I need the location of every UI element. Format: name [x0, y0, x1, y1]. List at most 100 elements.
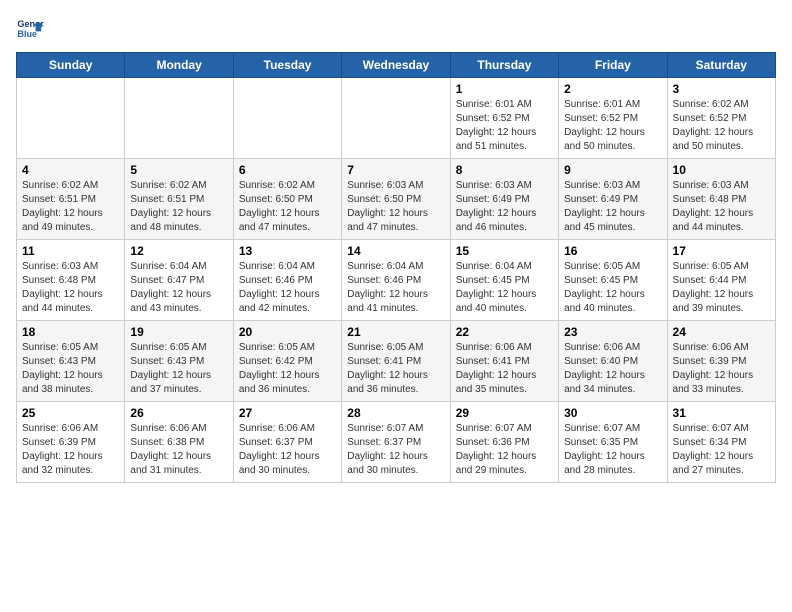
day-header-sunday: Sunday	[17, 53, 125, 78]
day-number: 19	[130, 325, 227, 339]
calendar-cell: 4 Sunrise: 6:02 AM Sunset: 6:51 PM Daylig…	[17, 159, 125, 240]
calendar-cell: 18 Sunrise: 6:05 AM Sunset: 6:43 PM Dayli…	[17, 321, 125, 402]
day-info: Sunrise: 6:02 AM Sunset: 6:51 PM Dayligh…	[130, 179, 227, 235]
day-number: 16	[564, 244, 661, 258]
calendar-cell: 20 Sunrise: 6:05 AM Sunset: 6:42 PM Dayli…	[233, 321, 341, 402]
calendar-cell: 12 Sunrise: 6:04 AM Sunset: 6:47 PM Dayli…	[125, 240, 233, 321]
day-header-friday: Friday	[559, 53, 667, 78]
day-header-wednesday: Wednesday	[342, 53, 450, 78]
calendar-cell: 15 Sunrise: 6:04 AM Sunset: 6:45 PM Dayli…	[450, 240, 558, 321]
day-info: Sunrise: 6:02 AM Sunset: 6:50 PM Dayligh…	[239, 179, 336, 235]
day-info: Sunrise: 6:07 AM Sunset: 6:35 PM Dayligh…	[564, 422, 661, 478]
day-number: 17	[673, 244, 770, 258]
day-number: 22	[456, 325, 553, 339]
day-number: 27	[239, 406, 336, 420]
calendar-week-row: 25 Sunrise: 6:06 AM Sunset: 6:39 PM Dayli…	[17, 402, 776, 483]
svg-text:Blue: Blue	[17, 29, 37, 39]
day-number: 3	[673, 82, 770, 96]
day-info: Sunrise: 6:06 AM Sunset: 6:39 PM Dayligh…	[673, 341, 770, 397]
calendar-cell	[17, 78, 125, 159]
day-number: 10	[673, 163, 770, 177]
day-number: 30	[564, 406, 661, 420]
calendar-week-row: 4 Sunrise: 6:02 AM Sunset: 6:51 PM Daylig…	[17, 159, 776, 240]
day-info: Sunrise: 6:01 AM Sunset: 6:52 PM Dayligh…	[564, 98, 661, 154]
calendar-cell: 22 Sunrise: 6:06 AM Sunset: 6:41 PM Dayli…	[450, 321, 558, 402]
day-number: 24	[673, 325, 770, 339]
day-info: Sunrise: 6:06 AM Sunset: 6:38 PM Dayligh…	[130, 422, 227, 478]
day-number: 31	[673, 406, 770, 420]
day-info: Sunrise: 6:04 AM Sunset: 6:46 PM Dayligh…	[347, 260, 444, 316]
calendar-cell: 14 Sunrise: 6:04 AM Sunset: 6:46 PM Dayli…	[342, 240, 450, 321]
day-number: 15	[456, 244, 553, 258]
day-info: Sunrise: 6:05 AM Sunset: 6:44 PM Dayligh…	[673, 260, 770, 316]
calendar-cell: 26Sunrise: 6:06 AM Sunset: 6:38 PM Dayli…	[125, 402, 233, 483]
calendar-cell: 25 Sunrise: 6:06 AM Sunset: 6:39 PM Dayli…	[17, 402, 125, 483]
day-info: Sunrise: 6:03 AM Sunset: 6:48 PM Dayligh…	[673, 179, 770, 235]
day-info: Sunrise: 6:03 AM Sunset: 6:49 PM Dayligh…	[456, 179, 553, 235]
calendar-cell: 7 Sunrise: 6:03 AM Sunset: 6:50 PM Daylig…	[342, 159, 450, 240]
day-info: Sunrise: 6:06 AM Sunset: 6:40 PM Dayligh…	[564, 341, 661, 397]
day-info: Sunrise: 6:07 AM Sunset: 6:36 PM Dayligh…	[456, 422, 553, 478]
day-number: 6	[239, 163, 336, 177]
calendar-cell	[125, 78, 233, 159]
calendar-cell: 9Sunrise: 6:03 AM Sunset: 6:49 PM Daylig…	[559, 159, 667, 240]
day-info: Sunrise: 6:05 AM Sunset: 6:45 PM Dayligh…	[564, 260, 661, 316]
page-header: General Blue	[16, 16, 776, 44]
calendar-cell: 23Sunrise: 6:06 AM Sunset: 6:40 PM Dayli…	[559, 321, 667, 402]
day-number: 1	[456, 82, 553, 96]
calendar-cell: 21Sunrise: 6:05 AM Sunset: 6:41 PM Dayli…	[342, 321, 450, 402]
day-info: Sunrise: 6:03 AM Sunset: 6:50 PM Dayligh…	[347, 179, 444, 235]
day-info: Sunrise: 6:06 AM Sunset: 6:41 PM Dayligh…	[456, 341, 553, 397]
day-number: 18	[22, 325, 119, 339]
day-number: 11	[22, 244, 119, 258]
calendar-cell	[233, 78, 341, 159]
calendar-cell: 11Sunrise: 6:03 AM Sunset: 6:48 PM Dayli…	[17, 240, 125, 321]
calendar-cell: 5 Sunrise: 6:02 AM Sunset: 6:51 PM Daylig…	[125, 159, 233, 240]
day-info: Sunrise: 6:05 AM Sunset: 6:42 PM Dayligh…	[239, 341, 336, 397]
calendar-cell: 1 Sunrise: 6:01 AM Sunset: 6:52 PM Daylig…	[450, 78, 558, 159]
day-header-saturday: Saturday	[667, 53, 775, 78]
calendar-cell: 30 Sunrise: 6:07 AM Sunset: 6:35 PM Dayli…	[559, 402, 667, 483]
day-number: 9	[564, 163, 661, 177]
day-info: Sunrise: 6:02 AM Sunset: 6:51 PM Dayligh…	[22, 179, 119, 235]
calendar-cell: 28 Sunrise: 6:07 AM Sunset: 6:37 PM Dayli…	[342, 402, 450, 483]
day-info: Sunrise: 6:04 AM Sunset: 6:46 PM Dayligh…	[239, 260, 336, 316]
day-number: 28	[347, 406, 444, 420]
day-number: 7	[347, 163, 444, 177]
calendar-cell: 3 Sunrise: 6:02 AM Sunset: 6:52 PM Daylig…	[667, 78, 775, 159]
day-info: Sunrise: 6:01 AM Sunset: 6:52 PM Dayligh…	[456, 98, 553, 154]
day-number: 12	[130, 244, 227, 258]
calendar-cell: 10 Sunrise: 6:03 AM Sunset: 6:48 PM Dayli…	[667, 159, 775, 240]
day-number: 8	[456, 163, 553, 177]
day-header-monday: Monday	[125, 53, 233, 78]
day-number: 14	[347, 244, 444, 258]
logo: General Blue	[16, 16, 44, 44]
calendar-cell: 17 Sunrise: 6:05 AM Sunset: 6:44 PM Dayli…	[667, 240, 775, 321]
calendar-cell: 24 Sunrise: 6:06 AM Sunset: 6:39 PM Dayli…	[667, 321, 775, 402]
day-info: Sunrise: 6:05 AM Sunset: 6:43 PM Dayligh…	[22, 341, 119, 397]
calendar-week-row: 18 Sunrise: 6:05 AM Sunset: 6:43 PM Dayli…	[17, 321, 776, 402]
day-info: Sunrise: 6:04 AM Sunset: 6:45 PM Dayligh…	[456, 260, 553, 316]
day-number: 5	[130, 163, 227, 177]
day-header-thursday: Thursday	[450, 53, 558, 78]
day-info: Sunrise: 6:04 AM Sunset: 6:47 PM Dayligh…	[130, 260, 227, 316]
day-number: 2	[564, 82, 661, 96]
day-info: Sunrise: 6:06 AM Sunset: 6:37 PM Dayligh…	[239, 422, 336, 478]
calendar-cell: 19 Sunrise: 6:05 AM Sunset: 6:43 PM Dayli…	[125, 321, 233, 402]
day-info: Sunrise: 6:05 AM Sunset: 6:43 PM Dayligh…	[130, 341, 227, 397]
calendar-week-row: 1 Sunrise: 6:01 AM Sunset: 6:52 PM Daylig…	[17, 78, 776, 159]
day-number: 20	[239, 325, 336, 339]
day-info: Sunrise: 6:06 AM Sunset: 6:39 PM Dayligh…	[22, 422, 119, 478]
day-info: Sunrise: 6:07 AM Sunset: 6:37 PM Dayligh…	[347, 422, 444, 478]
calendar-cell: 8 Sunrise: 6:03 AM Sunset: 6:49 PM Daylig…	[450, 159, 558, 240]
day-info: Sunrise: 6:02 AM Sunset: 6:52 PM Dayligh…	[673, 98, 770, 154]
day-info: Sunrise: 6:05 AM Sunset: 6:41 PM Dayligh…	[347, 341, 444, 397]
calendar-cell: 16 Sunrise: 6:05 AM Sunset: 6:45 PM Dayli…	[559, 240, 667, 321]
day-header-tuesday: Tuesday	[233, 53, 341, 78]
day-number: 25	[22, 406, 119, 420]
calendar-cell: 27 Sunrise: 6:06 AM Sunset: 6:37 PM Dayli…	[233, 402, 341, 483]
day-number: 4	[22, 163, 119, 177]
day-number: 13	[239, 244, 336, 258]
day-number: 29	[456, 406, 553, 420]
calendar-cell	[342, 78, 450, 159]
